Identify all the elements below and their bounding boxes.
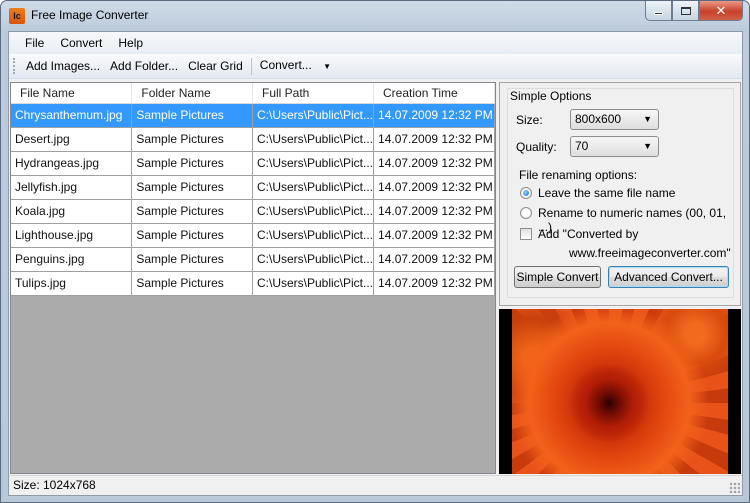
advanced-convert-button[interactable]: Advanced Convert... (608, 266, 729, 288)
toolbar: Add Images... Add Folder... Clear Grid C… (9, 54, 742, 79)
add-folder-button[interactable]: Add Folder... (105, 55, 183, 77)
toolbar-separator (250, 57, 252, 75)
status-bar: Size: 1024x768 (9, 475, 742, 495)
add-converted-by-url: www.freeimageconverter.com" (569, 246, 731, 260)
table-row[interactable]: Tulips.jpg Sample Pictures C:\Users\Publ… (11, 271, 495, 296)
maximize-button[interactable] (672, 1, 699, 21)
cell-full-path[interactable]: C:\Users\Public\Pict... (252, 127, 375, 152)
menu-bar: File Convert Help (9, 32, 742, 54)
table-row[interactable]: Penguins.jpg Sample Pictures C:\Users\Pu… (11, 247, 495, 272)
cell-creation-time[interactable]: 14.07.2009 12:32 PM (373, 271, 495, 296)
size-value: 800x600 (575, 112, 622, 126)
cell-full-path[interactable]: C:\Users\Public\Pict... (252, 103, 375, 128)
column-header-creation-time[interactable]: Creation Time (373, 83, 495, 104)
minimize-button[interactable] (645, 1, 672, 21)
cell-creation-time[interactable]: 14.07.2009 12:32 PM (373, 223, 495, 248)
table-row[interactable]: Jellyfish.jpg Sample Pictures C:\Users\P… (11, 175, 495, 200)
cell-file-name[interactable]: Lighthouse.jpg (11, 223, 133, 248)
app-icon: Ic (9, 8, 25, 24)
column-header-full-path[interactable]: Full Path (252, 83, 375, 104)
grid-header-row: File Name Folder Name Full Path Creation… (11, 83, 495, 104)
size-select[interactable]: 800x600 ▼ (570, 109, 659, 130)
cell-folder-name[interactable]: Sample Pictures (131, 127, 253, 152)
cell-file-name[interactable]: Koala.jpg (11, 199, 133, 224)
cell-file-name[interactable]: Hydrangeas.jpg (11, 151, 133, 176)
cell-full-path[interactable]: C:\Users\Public\Pict... (252, 247, 375, 272)
image-preview (499, 309, 741, 474)
cell-creation-time[interactable]: 14.07.2009 12:32 PM (373, 175, 495, 200)
radio-numeric-names[interactable] (520, 207, 532, 219)
cell-folder-name[interactable]: Sample Pictures (131, 103, 253, 128)
add-images-button[interactable]: Add Images... (21, 55, 105, 77)
table-row[interactable]: Desert.jpg Sample Pictures C:\Users\Publ… (11, 127, 495, 152)
add-converted-by-checkbox[interactable] (520, 228, 532, 240)
cell-creation-time[interactable]: 14.07.2009 12:32 PM (373, 199, 495, 224)
table-row[interactable]: Koala.jpg Sample Pictures C:\Users\Publi… (11, 199, 495, 224)
close-button[interactable]: ✕ (699, 1, 743, 21)
title-bar[interactable]: Ic Free Image Converter ✕ (1, 1, 749, 31)
cell-folder-name[interactable]: Sample Pictures (131, 175, 253, 200)
quality-label: Quality: (516, 140, 557, 154)
cell-creation-time[interactable]: 14.07.2009 12:32 PM (373, 247, 495, 272)
cell-file-name[interactable]: Penguins.jpg (11, 247, 133, 272)
image-grid[interactable]: File Name Folder Name Full Path Creation… (10, 82, 496, 474)
convert-dropdown-button[interactable]: Convert... ▼ (255, 54, 336, 78)
table-row[interactable]: Chrysanthemum.jpg Sample Pictures C:\Use… (11, 103, 495, 128)
cell-full-path[interactable]: C:\Users\Public\Pict... (252, 271, 375, 296)
maximize-icon (680, 6, 691, 15)
table-row[interactable]: Hydrangeas.jpg Sample Pictures C:\Users\… (11, 151, 495, 176)
cell-folder-name[interactable]: Sample Pictures (131, 151, 253, 176)
menu-convert[interactable]: Convert (52, 32, 110, 54)
cell-full-path[interactable]: C:\Users\Public\Pict... (252, 175, 375, 200)
resize-grip-icon[interactable] (729, 482, 740, 493)
window-title: Free Image Converter (31, 8, 149, 22)
convert-label: Convert... (259, 58, 312, 72)
chevron-down-icon: ▼ (323, 62, 332, 71)
size-label: Size: (516, 113, 543, 127)
cell-folder-name[interactable]: Sample Pictures (131, 199, 253, 224)
chevron-down-icon: ▼ (643, 114, 652, 124)
cell-folder-name[interactable]: Sample Pictures (131, 223, 253, 248)
caption-buttons: ✕ (645, 1, 743, 22)
menu-help[interactable]: Help (110, 32, 151, 54)
radio-leave-same-name[interactable] (520, 187, 532, 199)
cell-creation-time[interactable]: 14.07.2009 12:32 PM (373, 127, 495, 152)
image-table: File Name Folder Name Full Path Creation… (11, 83, 495, 296)
cell-folder-name[interactable]: Sample Pictures (131, 247, 253, 272)
renaming-options-label: File renaming options: (519, 168, 638, 182)
cell-creation-time[interactable]: 14.07.2009 12:32 PM (373, 103, 495, 128)
app-window: Ic Free Image Converter ✕ File Convert H… (0, 0, 750, 503)
table-row[interactable]: Lighthouse.jpg Sample Pictures C:\Users\… (11, 223, 495, 248)
cell-file-name[interactable]: Jellyfish.jpg (11, 175, 133, 200)
simple-convert-button[interactable]: Simple Convert (514, 266, 601, 288)
cell-file-name[interactable]: Tulips.jpg (11, 271, 133, 296)
column-header-folder-name[interactable]: Folder Name (131, 83, 253, 104)
chevron-down-icon: ▼ (643, 141, 652, 151)
simple-options-title: Simple Options (508, 89, 594, 103)
cell-full-path[interactable]: C:\Users\Public\Pict... (252, 199, 375, 224)
clear-grid-button[interactable]: Clear Grid (183, 55, 248, 77)
quality-value: 70 (575, 139, 589, 153)
minimize-icon (654, 12, 663, 15)
preview-image (512, 309, 728, 474)
cell-creation-time[interactable]: 14.07.2009 12:32 PM (373, 151, 495, 176)
quality-select[interactable]: 70 ▼ (570, 136, 659, 157)
radio-leave-same-name-label[interactable]: Leave the same file name (538, 186, 675, 200)
options-panel: Simple Options Size: 800x600 ▼ Quality: … (499, 82, 741, 306)
close-icon: ✕ (715, 2, 727, 18)
cell-full-path[interactable]: C:\Users\Public\Pict... (252, 151, 375, 176)
cell-file-name[interactable]: Chrysanthemum.jpg (11, 103, 133, 128)
menu-file[interactable]: File (17, 32, 52, 54)
cell-file-name[interactable]: Desert.jpg (11, 127, 133, 152)
client-area: File Convert Help Add Images... Add Fold… (8, 31, 743, 496)
status-text: Size: 1024x768 (13, 478, 96, 492)
cell-full-path[interactable]: C:\Users\Public\Pict... (252, 223, 375, 248)
toolbar-grip[interactable] (13, 58, 16, 74)
add-converted-by-label[interactable]: Add "Converted by (538, 227, 638, 241)
column-header-file-name[interactable]: File Name (11, 83, 133, 104)
cell-folder-name[interactable]: Sample Pictures (131, 271, 253, 296)
